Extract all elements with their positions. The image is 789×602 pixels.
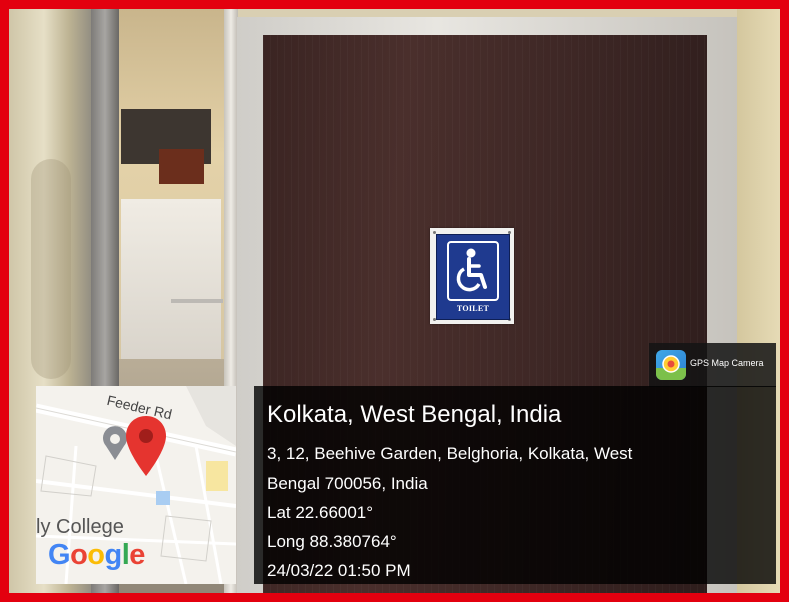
white-tile (121, 199, 221, 359)
google-logo-letter: g (104, 539, 123, 571)
photo-frame: TOILET GPS Map Camera Feeder Rd ly Colle… (0, 0, 789, 602)
google-logo-letter: e (129, 539, 145, 571)
towel-rod (171, 299, 223, 303)
gps-camera-badge: GPS Map Camera (649, 343, 776, 387)
google-logo: Google (48, 539, 145, 572)
google-logo-letter: o (70, 539, 88, 571)
address-line-1: 3, 12, Beehive Garden, Belghoria, Kolkat… (267, 444, 633, 463)
gps-camera-label: GPS Map Camera (690, 358, 764, 368)
wall-stain (31, 159, 71, 379)
photo-scene: TOILET GPS Map Camera Feeder Rd ly Colle… (9, 9, 780, 593)
location-title: Kolkata, West Bengal, India (267, 401, 562, 428)
google-logo-letter: o (87, 539, 105, 571)
gps-camera-icon (656, 350, 686, 380)
google-logo-letter: G (48, 539, 71, 571)
sign-label: TOILET (456, 304, 490, 313)
rust-object (159, 149, 204, 184)
timestamp: 24/03/22 01:50 PM (267, 561, 411, 580)
toilet-sign: TOILET (430, 228, 514, 324)
latitude: Lat 22.66001° (267, 503, 374, 522)
address-line-2: Bengal 700056, India (267, 474, 428, 493)
map-place-label: ly College (36, 516, 124, 538)
map-pin-icon (126, 416, 166, 476)
wheelchair-icon (447, 241, 499, 301)
map-thumbnail: Feeder Rd ly College Google (36, 386, 236, 584)
sign-panel: TOILET (436, 234, 510, 320)
location-panel: Kolkata, West Bengal, India 3, 12, Beehi… (254, 386, 776, 584)
longitude: Long 88.380764° (267, 532, 397, 551)
